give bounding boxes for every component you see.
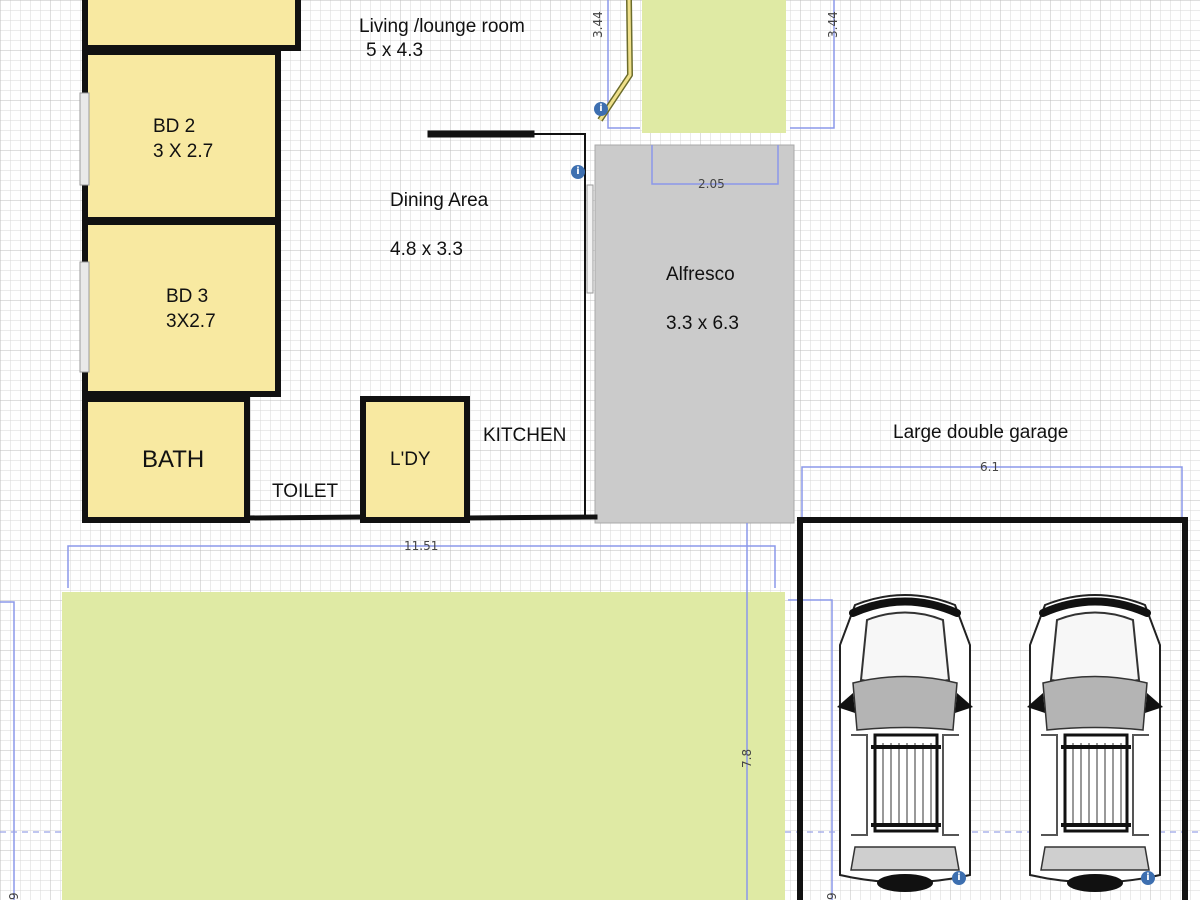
bd2-size: 3 X 2.7 [153, 141, 214, 162]
dim-house-width: 11.51 [404, 539, 439, 553]
living-room-size: 5 x 4.3 [366, 40, 424, 61]
info-icon[interactable]: i [571, 165, 585, 179]
bd3-name: BD 3 [166, 286, 209, 307]
info-icon[interactable]: i [952, 871, 966, 885]
back-lawn[interactable] [62, 592, 785, 900]
bd3-size: 3X2.7 [166, 311, 216, 332]
dim-top-left: 3.44 [591, 11, 605, 38]
garage-name: Large double garage [893, 422, 1069, 443]
car-left[interactable] [837, 594, 973, 892]
kitchen-name: KITCHEN [483, 425, 567, 446]
dim-left-edge: 9 [7, 892, 21, 900]
dining-size: 4.8 x 3.3 [390, 239, 463, 260]
dim-garage-left-edge: 9 [825, 892, 839, 900]
dim-alfresco-width: 2.05 [698, 177, 725, 191]
alfresco-area[interactable] [594, 144, 795, 524]
room-bd3[interactable] [82, 219, 281, 397]
window-bd3[interactable] [79, 261, 90, 373]
window-bd2[interactable] [79, 92, 90, 186]
bath-name: BATH [142, 446, 205, 473]
toilet-name: TOILET [272, 481, 339, 502]
bd2-name: BD 2 [153, 116, 196, 137]
dim-top-right: 3.44 [826, 11, 840, 38]
window-dining[interactable] [586, 184, 594, 294]
living-room-name: Living /lounge room [359, 16, 525, 37]
room-top-left[interactable] [82, 0, 301, 51]
alfresco-size: 3.3 x 6.3 [666, 313, 739, 334]
dim-garage-width: 6.1 [980, 460, 1000, 474]
alfresco-name: Alfresco [666, 264, 735, 285]
dim-yard-depth: 7.8 [740, 748, 754, 768]
dining-name: Dining Area [390, 190, 489, 211]
front-lawn[interactable] [642, 0, 786, 133]
info-icon[interactable]: i [594, 102, 608, 116]
info-icon[interactable]: i [1141, 871, 1155, 885]
car-right[interactable] [1027, 594, 1163, 892]
laundry-name: L'DY [390, 449, 431, 470]
